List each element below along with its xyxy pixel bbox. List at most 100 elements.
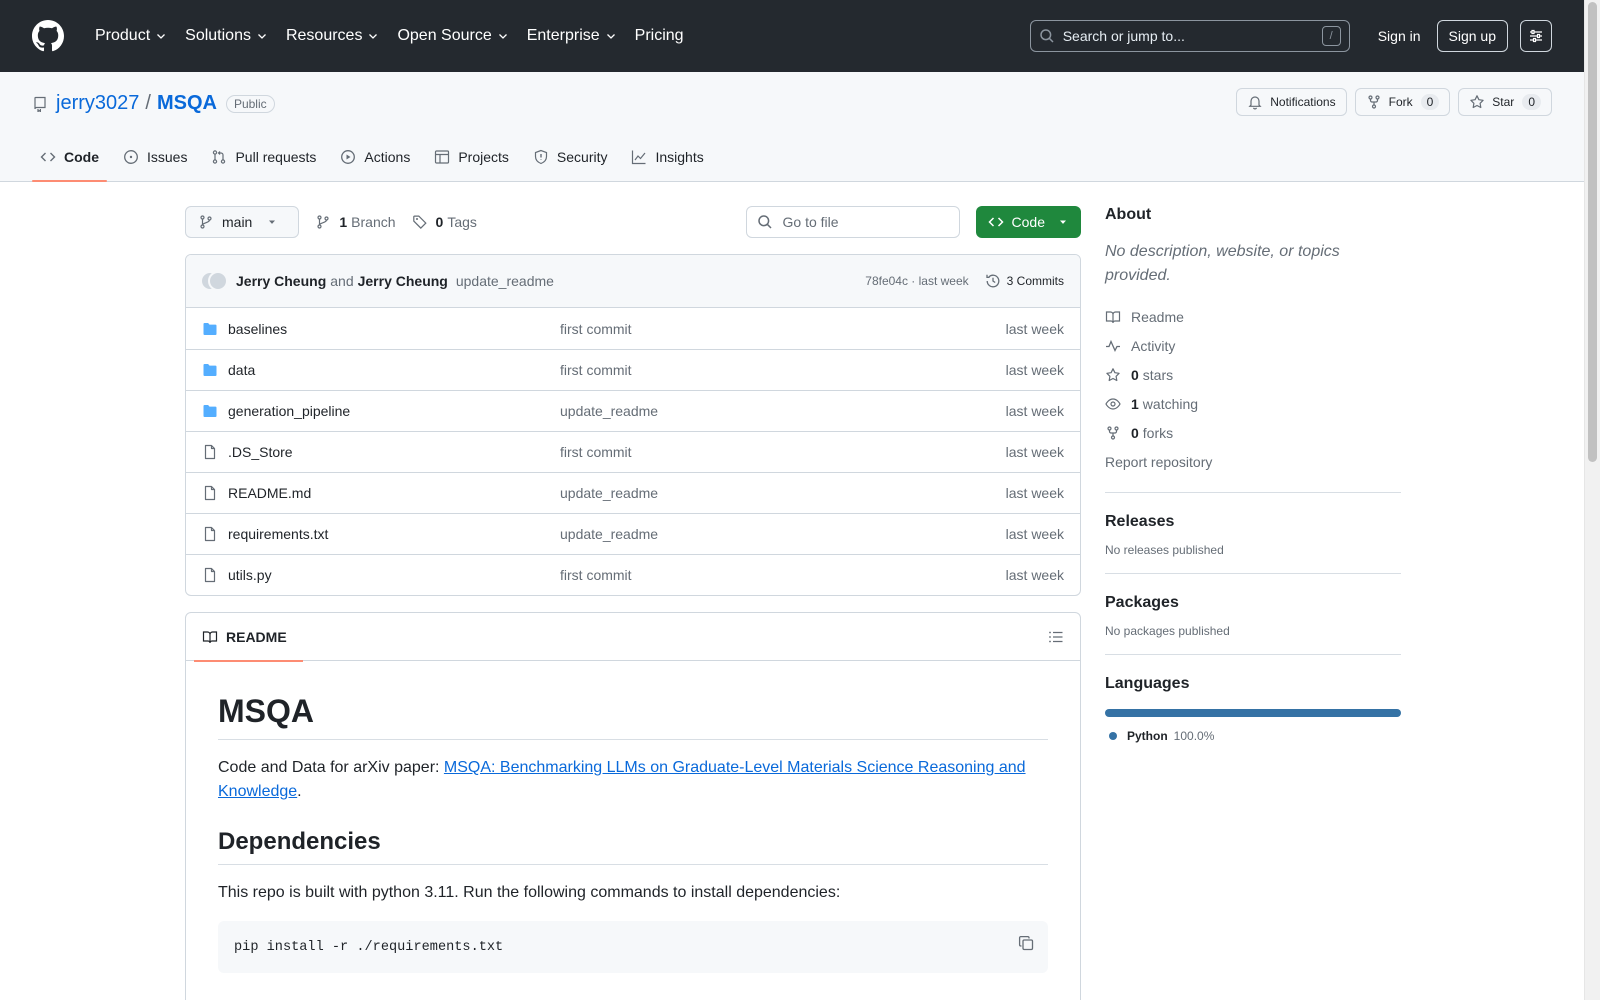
nav-open-source[interactable]: Open Source [388,18,517,54]
nav-resources[interactable]: Resources [277,18,388,54]
releases-heading[interactable]: Releases [1105,513,1401,531]
chevron-down-icon [157,34,166,39]
file-commit-message-link[interactable]: first commit [560,567,1006,583]
play-icon [341,150,356,164]
readme-intro: Code and Data for arXiv paper: MSQA: Ben… [218,756,1048,804]
github-logo-icon[interactable] [32,20,64,52]
branch-select[interactable]: main [185,206,300,238]
file-row[interactable]: README.md update_readme last week [186,472,1080,513]
file-row[interactable]: requirements.txt update_readme last week [186,513,1080,554]
commit-avatars[interactable] [200,269,228,293]
bell-icon [1248,96,1262,110]
file-name-link[interactable]: README.md [228,485,560,501]
branches-link[interactable]: 1 Branch [315,214,396,230]
fork-icon [1107,425,1119,440]
scrollbar-thumb[interactable] [1588,2,1597,462]
tags-link[interactable]: 0 Tags [412,214,477,230]
tab-actions-label: Actions [364,149,411,165]
file-commit-message-link[interactable]: update_readme [560,403,1006,419]
packages-section: Packages No packages published [1105,573,1401,638]
repo-owner-link[interactable]: jerry3027 [56,92,139,115]
commit-author-link[interactable]: Jerry Cheung [236,273,326,289]
tab-issues[interactable]: Issues [115,133,195,181]
file-commit-date: last week [1005,567,1064,583]
copy-icon[interactable] [1018,935,1034,951]
table-icon [435,150,450,164]
file-commit-message-link[interactable]: first commit [560,321,1006,337]
sign-in-link[interactable]: Sign in [1366,28,1437,44]
go-to-file-input[interactable]: Go to file [745,206,960,238]
file-row[interactable]: baselines first commit last week [186,308,1080,349]
nav-product[interactable]: Product [86,18,176,54]
nav-enterprise[interactable]: Enterprise [518,18,626,54]
watching-label: watching [1142,395,1199,412]
language-dot [1109,732,1117,740]
packages-heading[interactable]: Packages [1105,594,1401,612]
nav-pricing-label: Pricing [634,27,684,44]
tag-icon [412,215,427,229]
file-commit-date: last week [1005,362,1064,378]
file-name-link[interactable]: .DS_Store [228,444,560,460]
repo-icon [34,96,46,112]
caret-down-icon [269,220,276,224]
file-name-link[interactable]: requirements.txt [228,526,560,542]
nav-pricing[interactable]: Pricing [626,18,693,54]
fork-button[interactable]: Fork 0 [1354,88,1451,116]
star-button[interactable]: Star 0 [1458,88,1552,116]
commit-coauthor-link[interactable]: Jerry Cheung [358,273,448,289]
file-commit-message-link[interactable]: update_readme [560,485,1006,501]
file-name-link[interactable]: utils.py [228,567,560,583]
file-commit-message-link[interactable]: update_readme [560,526,1006,542]
fork-icon [1368,95,1380,109]
commits-history-link[interactable]: 3 Commits [985,273,1064,289]
tab-insights[interactable]: Insights [623,133,711,181]
chevron-down-icon [606,34,615,39]
readme-tab[interactable]: README [194,613,303,662]
file-commit-message-link[interactable]: first commit [560,362,1006,378]
pull-request-icon [213,150,226,164]
tab-code[interactable]: Code [32,133,107,182]
chevron-down-icon [258,34,266,39]
file-row[interactable]: .DS_Store first commit last week [186,431,1080,472]
code-dropdown-button[interactable]: Code [975,206,1081,238]
tab-projects-label: Projects [458,149,509,165]
branch-label: Branch [351,214,396,230]
languages-section: Languages Python 100.0% [1105,654,1401,743]
repo-separator: / [145,92,151,114]
notifications-button[interactable]: Notifications [1236,88,1347,116]
activity-link[interactable]: Activity [1105,331,1401,360]
repo-actions: Notifications Fork 0 Star 0 [1236,88,1552,116]
page-scrollbar[interactable] [1584,0,1600,1000]
readme-link[interactable]: Readme [1105,302,1401,331]
star-icon [1470,95,1484,109]
file-commit-message-link[interactable]: first commit [560,444,1006,460]
tab-security[interactable]: Security [525,133,616,181]
list-icon[interactable] [1048,629,1064,645]
file-row[interactable]: data first commit last week [186,349,1080,390]
report-repository-link[interactable]: Report repository [1105,447,1401,476]
file-row[interactable]: generation_pipeline update_readme last wee… [186,390,1080,431]
commit-message-link[interactable]: update_readme [456,273,554,289]
file-name-link[interactable]: baselines [228,321,560,337]
tab-projects[interactable]: Projects [426,133,517,181]
nav-solutions[interactable]: Solutions [176,18,277,54]
stars-link[interactable]: 0 stars [1105,360,1401,389]
settings-menu-button[interactable] [1520,20,1552,52]
sign-up-button[interactable]: Sign up [1436,20,1508,52]
forks-link[interactable]: 0 forks [1105,418,1401,447]
search-input[interactable]: Search or jump to... / [1029,20,1350,52]
tab-actions[interactable]: Actions [332,133,418,181]
tag-count: 0 [435,214,444,230]
file-name-link[interactable]: generation_pipeline [228,403,560,419]
watching-link[interactable]: 1 watching [1105,389,1401,418]
repo-name-link[interactable]: MSQA [157,92,217,115]
commit-sha-time[interactable]: 78fe04c · last week [865,274,968,288]
tab-pull-requests[interactable]: Pull requests [203,133,324,181]
avatar [208,271,228,291]
file-name-link[interactable]: data [228,362,560,378]
nav-open-source-label: Open Source [397,27,492,44]
language-item-python[interactable]: Python 100.0% [1105,729,1401,743]
file-row[interactable]: utils.py first commit last week [186,554,1080,595]
code-button-label: Code [1011,214,1045,230]
tab-security-label: Security [556,149,608,165]
